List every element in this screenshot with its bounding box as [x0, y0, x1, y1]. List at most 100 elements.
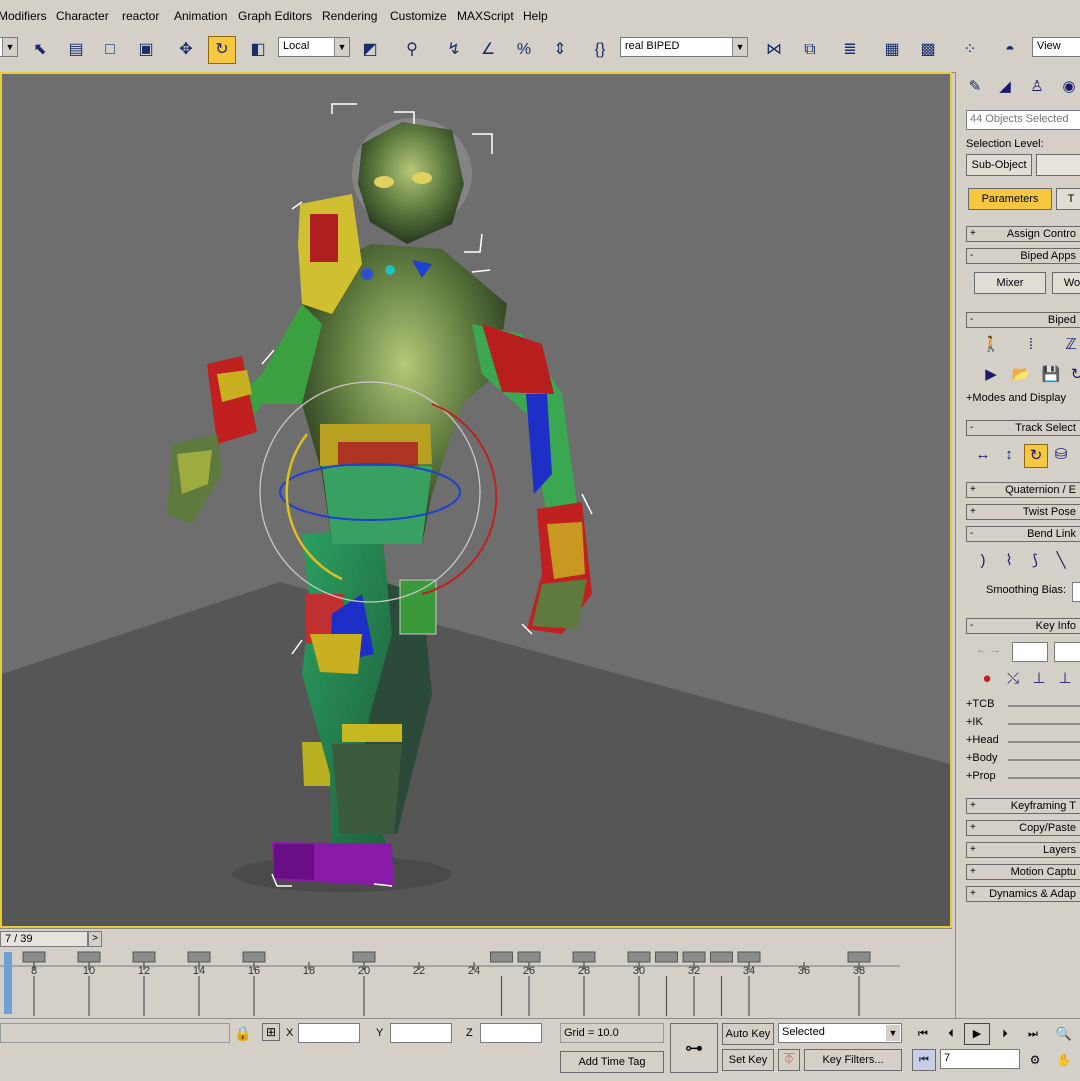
motion-flow-icon[interactable]: ℤ: [1060, 334, 1080, 356]
menu-customize[interactable]: Customize: [390, 9, 447, 23]
select-scale-icon[interactable]: ◧: [244, 36, 272, 64]
lock-selection-icon[interactable]: 🔒: [234, 1025, 251, 1042]
key-time-field[interactable]: [1054, 642, 1080, 662]
curve-editor-icon[interactable]: ▦: [878, 36, 906, 64]
save-file-icon[interactable]: 💾: [1040, 364, 1062, 386]
rollout-motion-capture[interactable]: + Motion Captu: [966, 864, 1080, 880]
y-coordinate-field[interactable]: [390, 1023, 452, 1043]
previous-frame-icon[interactable]: ⏴: [938, 1023, 964, 1045]
rollout-dynamics[interactable]: + Dynamics & Adap: [966, 886, 1080, 902]
angle-snap-icon[interactable]: ∠: [474, 36, 502, 64]
menu-help[interactable]: Help: [523, 9, 548, 23]
tab-parameters[interactable]: Parameters: [968, 188, 1052, 210]
time-slider-thumb[interactable]: 7 / 39: [0, 931, 88, 947]
named-selection-dropdown[interactable]: real BIPED ▼: [620, 37, 748, 57]
time-slider[interactable]: 7 / 39 >: [0, 928, 952, 949]
rollout-copy-paste[interactable]: + Copy/Paste: [966, 820, 1080, 836]
layer-manager-icon[interactable]: ≣: [836, 36, 864, 64]
key-mode-toggle-icon[interactable]: ⏮: [912, 1049, 936, 1071]
figure-mode-icon[interactable]: 🚶: [980, 334, 1002, 356]
rollout-layers[interactable]: + Layers: [966, 842, 1080, 858]
select-manipulate-icon[interactable]: ⚲: [398, 36, 426, 64]
rectangular-selection-icon[interactable]: □: [96, 36, 124, 64]
create-tab-icon[interactable]: ✎: [964, 76, 986, 98]
percent-snap-icon[interactable]: %: [510, 36, 538, 64]
zoom-icon[interactable]: 🔍: [1052, 1023, 1076, 1045]
key-mode-dropdown[interactable]: Selected ▼: [778, 1023, 902, 1043]
set-key-icon[interactable]: ●: [976, 668, 998, 690]
menu-graph-editors[interactable]: Graph Editors: [238, 9, 312, 23]
set-keys-icon[interactable]: ⊶: [670, 1023, 718, 1073]
go-to-start-icon[interactable]: ⏮: [910, 1023, 936, 1045]
absolute-mode-icon[interactable]: ⊞: [262, 1023, 280, 1041]
menu-modifiers[interactable]: Modifiers: [0, 9, 47, 23]
edit-named-selection-icon[interactable]: {}: [586, 36, 614, 64]
footstep-mode-icon[interactable]: ⁞: [1020, 334, 1042, 356]
pivot-center-icon[interactable]: ◩: [356, 36, 384, 64]
load-file-icon[interactable]: 📂: [1010, 364, 1032, 386]
lock-cog-icon[interactable]: ⛁: [1050, 444, 1072, 466]
rollout-assign-controller[interactable]: + Assign Contro: [966, 226, 1080, 242]
workbench-button[interactable]: Wo: [1052, 272, 1080, 294]
twist-individual-icon[interactable]: ⟆: [1024, 550, 1046, 572]
select-rotate-icon[interactable]: ↻: [208, 36, 236, 64]
key-nav-arrows[interactable]: ← →: [976, 644, 1001, 656]
key-info-ik[interactable]: +IK: [966, 716, 1080, 728]
window-crossing-icon[interactable]: ▣: [132, 36, 160, 64]
menu-maxscript[interactable]: MAXScript: [457, 9, 514, 23]
key-info-tcb[interactable]: +TCB: [966, 698, 1080, 710]
menu-character[interactable]: Character: [56, 9, 109, 23]
rollout-biped[interactable]: - Biped: [966, 312, 1080, 328]
select-object-icon[interactable]: ⬉: [26, 36, 54, 64]
convert-icon[interactable]: ↻: [1066, 364, 1080, 386]
rollout-track-selection[interactable]: - Track Select: [966, 420, 1080, 436]
auto-key-button[interactable]: Auto Key: [722, 1023, 774, 1045]
add-time-tag-button[interactable]: Add Time Tag: [560, 1051, 664, 1073]
play-icon[interactable]: ▶: [964, 1023, 990, 1045]
spinner-snap-icon[interactable]: ⇕: [546, 36, 574, 64]
body-horizontal-icon[interactable]: ↔: [972, 444, 994, 466]
smoothing-bias-field[interactable]: [1072, 582, 1080, 602]
key-info-head[interactable]: +Head: [966, 734, 1080, 746]
next-frame-arrow[interactable]: >: [88, 931, 102, 947]
track-bar[interactable]: 8 10 12 14 16 18 20 22 24 26 28 30 32 34 36 38: [0, 948, 952, 1018]
key-info-body[interactable]: +Body: [966, 752, 1080, 764]
z-coordinate-field[interactable]: [480, 1023, 542, 1043]
rollout-quaternion[interactable]: + Quaternion / E: [966, 482, 1080, 498]
rollout-twist-poses[interactable]: + Twist Pose: [966, 504, 1080, 520]
rollout-key-info[interactable]: - Key Info: [966, 618, 1080, 634]
key-filters-button[interactable]: Key Filters...: [804, 1049, 902, 1071]
selection-filter-dropdown[interactable]: ▼: [0, 37, 18, 57]
motion-tab-icon[interactable]: ◉: [1058, 76, 1080, 98]
bend-links-mode-icon[interactable]: ): [972, 550, 994, 572]
rollout-keyframing-tools[interactable]: + Keyframing T: [966, 798, 1080, 814]
select-move-icon[interactable]: ✥: [172, 36, 200, 64]
set-planted-key-icon[interactable]: ⤯: [1002, 668, 1024, 690]
rollout-biped-apps[interactable]: - Biped Apps: [966, 248, 1080, 264]
modes-display-rollout[interactable]: +Modes and Display: [966, 392, 1066, 404]
modify-tab-icon[interactable]: ◢: [994, 76, 1016, 98]
next-frame-icon[interactable]: ⏵: [992, 1023, 1018, 1045]
key-filter-icon[interactable]: ⏁: [778, 1049, 800, 1071]
menu-rendering[interactable]: Rendering: [322, 9, 377, 23]
perspective-viewport[interactable]: [0, 72, 952, 928]
set-key-button[interactable]: Set Key: [722, 1049, 774, 1071]
set-free-key-icon[interactable]: ⊥: [1054, 668, 1076, 690]
go-to-end-icon[interactable]: ⏭: [1020, 1023, 1046, 1045]
sub-object-dropdown[interactable]: [1036, 154, 1080, 176]
hierarchy-tab-icon[interactable]: ♙: [1026, 76, 1048, 98]
key-info-prop[interactable]: +Prop: [966, 770, 1080, 782]
time-configuration-icon[interactable]: ⚙: [1024, 1049, 1046, 1071]
body-rotation-icon[interactable]: ↻: [1024, 444, 1048, 468]
sub-object-button[interactable]: Sub-Object: [966, 154, 1032, 176]
reference-coordinate-dropdown[interactable]: Local ▼: [278, 37, 350, 57]
tab-t[interactable]: T: [1056, 188, 1080, 210]
current-frame-field[interactable]: 7: [940, 1049, 1020, 1069]
mixer-mode-icon[interactable]: ▶: [980, 364, 1002, 386]
mirror-icon[interactable]: ⋈: [760, 36, 788, 64]
pan-icon[interactable]: ✋: [1052, 1049, 1076, 1071]
x-coordinate-field[interactable]: [298, 1023, 360, 1043]
select-by-name-icon[interactable]: ▤: [62, 36, 90, 64]
mixer-button[interactable]: Mixer: [974, 272, 1046, 294]
key-number-field[interactable]: [1012, 642, 1048, 662]
